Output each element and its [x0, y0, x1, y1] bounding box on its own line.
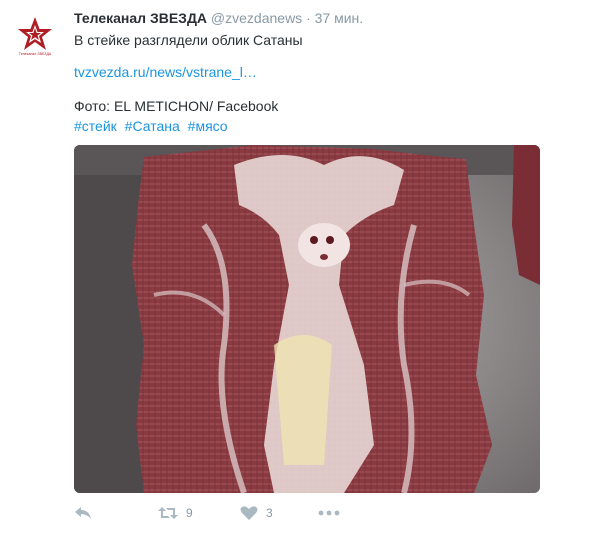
reply-button[interactable] — [74, 505, 92, 521]
svg-text:Телеканал ЗВЕЗДА: Телеканал ЗВЕЗДА — [19, 52, 52, 56]
timestamp[interactable]: 37 мин. — [315, 10, 364, 26]
hashtag-satan[interactable]: #Сатана — [125, 118, 180, 134]
reply-icon — [75, 507, 91, 519]
tweet-text: В стейке разглядели облик Сатаны — [74, 30, 574, 50]
separator: · — [306, 10, 311, 26]
retweet-count: 9 — [186, 506, 193, 520]
steak-photo — [74, 145, 540, 493]
article-link[interactable]: tvzvezda.ru/news/vstrane_l… — [74, 64, 257, 80]
retweet-icon — [158, 507, 178, 519]
more-icon — [318, 510, 340, 516]
hashtags: #стейк #Сатана #мясо — [74, 118, 232, 134]
tweet-photo[interactable] — [74, 145, 540, 493]
tweet-actions: 9 3 — [74, 505, 540, 527]
like-icon — [240, 506, 258, 520]
author-handle[interactable]: @zvezdanews — [211, 10, 302, 26]
like-button[interactable]: 3 — [240, 505, 273, 521]
avatar[interactable]: Телеканал ЗВЕЗДА — [14, 14, 56, 56]
hashtag-steak[interactable]: #стейк — [74, 118, 117, 134]
tweet: Телеканал ЗВЕЗДА Телеканал ЗВЕЗДА @zvezd… — [0, 0, 600, 533]
tweet-text-line: В стейке разглядели облик Сатаны — [74, 32, 303, 48]
tweet-header: Телеканал ЗВЕЗДА @zvezdanews · 37 мин. — [74, 10, 363, 26]
zvezda-logo-icon: Телеканал ЗВЕЗДА — [18, 17, 52, 56]
author-name[interactable]: Телеканал ЗВЕЗДА — [74, 10, 207, 26]
photo-credit: Фото: EL METICHON/ Facebook — [74, 98, 279, 114]
more-button[interactable] — [318, 509, 340, 517]
retweet-button[interactable]: 9 — [158, 505, 193, 521]
like-count: 3 — [266, 506, 273, 520]
hashtag-meat[interactable]: #мясо — [188, 118, 228, 134]
